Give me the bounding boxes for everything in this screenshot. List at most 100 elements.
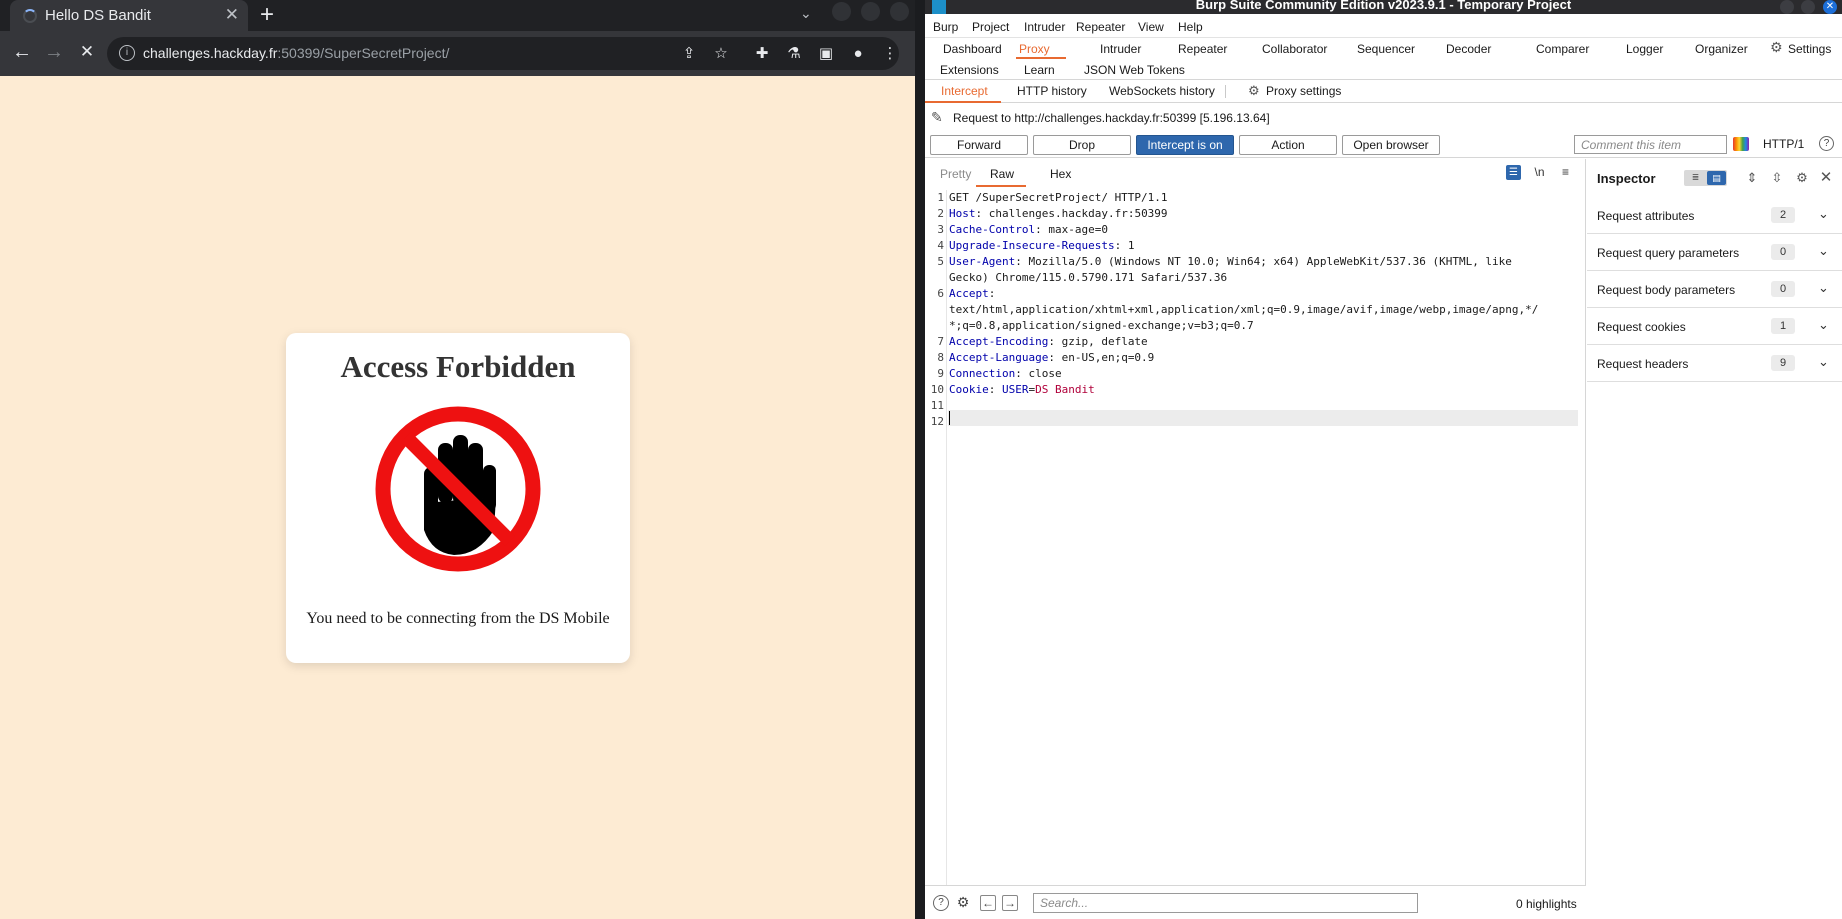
minimize-button[interactable]	[832, 2, 851, 21]
site-info-icon[interactable]: i	[119, 45, 135, 61]
burp-close-icon[interactable]: ✕	[1823, 0, 1837, 14]
menu-repeater[interactable]: Repeater	[1076, 20, 1125, 34]
back-arrow-icon[interactable]: ←	[10, 41, 34, 65]
request-editor[interactable]: Pretty Raw Hex ☰ \n ≡ 1 2 3 4 5 6 7 8 9 …	[925, 159, 1586, 885]
chevron-down-icon[interactable]: ⌄	[1818, 317, 1829, 333]
raw-request-text[interactable]: 1 2 3 4 5 6 7 8 9 10 11 12 GET /SuperSec…	[925, 190, 1586, 885]
action-button[interactable]: Action	[1239, 135, 1337, 155]
address-bar[interactable]: i challenges.hackday.fr:50399/SuperSecre…	[107, 37, 899, 70]
line-number: 12	[930, 415, 944, 428]
tab-collaborator[interactable]: Collaborator	[1262, 42, 1327, 56]
tab-learn[interactable]: Learn	[1024, 63, 1055, 77]
line-number: 7	[937, 335, 944, 348]
editor-tab-hex[interactable]: Hex	[1050, 167, 1071, 181]
menu-burp[interactable]: Burp	[933, 20, 958, 34]
close-window-button[interactable]	[890, 2, 909, 21]
burp-minimize-button[interactable]	[1780, 0, 1794, 14]
header-name: Cookie	[949, 383, 989, 396]
url-text[interactable]: challenges.hackday.fr:50399/SuperSecretP…	[143, 45, 449, 61]
collapse-all-icon[interactable]: ⇳	[1769, 170, 1785, 186]
search-previous-icon[interactable]: ←	[980, 895, 996, 911]
drop-button[interactable]: Drop	[1033, 135, 1131, 155]
settings-gear-icon[interactable]: ⚙	[1770, 40, 1784, 54]
expand-all-icon[interactable]: ⇕	[1744, 170, 1760, 186]
tab-json-web-tokens[interactable]: JSON Web Tokens	[1084, 63, 1185, 77]
wrapped-line: *;q=0.8,application/signed-exchange;v=b3…	[949, 319, 1254, 332]
forward-button[interactable]: Forward	[930, 135, 1028, 155]
search-settings-gear-icon[interactable]: ⚙	[955, 895, 971, 911]
tab-close-icon[interactable]: ✕	[225, 5, 239, 25]
menu-project[interactable]: Project	[972, 20, 1009, 34]
search-help-icon[interactable]: ?	[933, 895, 949, 911]
editor-tab-pretty[interactable]: Pretty	[940, 167, 971, 181]
highlight-color-icon[interactable]	[1733, 137, 1749, 151]
tab-sequencer[interactable]: Sequencer	[1357, 42, 1415, 56]
tab-dashboard[interactable]: Dashboard	[943, 42, 1002, 56]
subtab-websockets-history[interactable]: WebSockets history	[1109, 84, 1215, 98]
forward-arrow-icon[interactable]: →	[42, 41, 66, 65]
proxy-settings-gear-icon[interactable]: ⚙	[1248, 83, 1260, 99]
open-browser-button[interactable]: Open browser	[1342, 135, 1440, 155]
chevron-down-icon[interactable]: ⌄	[1818, 354, 1829, 370]
tab-organizer[interactable]: Organizer	[1695, 42, 1748, 56]
tab-search-chevron-icon[interactable]: ⌄	[800, 5, 812, 22]
profile-icon[interactable]: ●	[849, 45, 867, 63]
header-name: Host	[949, 207, 976, 220]
header-name: Cache-Control	[949, 223, 1036, 236]
tab-logger[interactable]: Logger	[1626, 42, 1663, 56]
cookie-name: USER	[1002, 383, 1029, 396]
burp-maximize-button[interactable]	[1801, 0, 1815, 14]
maximize-button[interactable]	[861, 2, 880, 21]
inspector-row-query-parameters[interactable]: Request query parameters 0 ⌄	[1587, 234, 1842, 271]
tab-decoder[interactable]: Decoder	[1446, 42, 1491, 56]
search-next-icon[interactable]: →	[1002, 895, 1018, 911]
tab-extensions[interactable]: Extensions	[940, 63, 999, 77]
stop-loading-icon[interactable]: ✕	[75, 41, 99, 65]
list-layout-icon[interactable]: ≣	[1687, 172, 1704, 184]
search-input[interactable]: Search...	[1033, 893, 1418, 913]
inspector-row-request-attributes[interactable]: Request attributes 2 ⌄	[1587, 197, 1842, 234]
tab-comparer[interactable]: Comparer	[1536, 42, 1589, 56]
editor-tab-raw[interactable]: Raw	[990, 167, 1014, 181]
highlight-count: 0 highlights	[1516, 897, 1577, 911]
pencil-icon[interactable]: ✎	[931, 109, 943, 126]
inspector-row-cookies[interactable]: Request cookies 1 ⌄	[1587, 308, 1842, 345]
editor-menu-icon[interactable]: ≡	[1558, 165, 1573, 180]
subtab-proxy-settings[interactable]: Proxy settings	[1266, 84, 1341, 98]
subtab-http-history[interactable]: HTTP history	[1017, 84, 1087, 98]
show-newlines-toggle[interactable]: \n	[1532, 165, 1547, 180]
browser-tab[interactable]: Hello DS Bandit ✕	[10, 0, 248, 31]
share-icon[interactable]: ⇪	[680, 45, 698, 63]
http-version-toggle[interactable]: HTTP/1	[1763, 137, 1804, 151]
chevron-down-icon[interactable]: ⌄	[1818, 243, 1829, 259]
tab-settings[interactable]: Settings	[1788, 42, 1831, 56]
new-tab-icon[interactable]: +	[260, 2, 274, 28]
intercept-toggle-button[interactable]: Intercept is on	[1136, 135, 1234, 155]
header-name: User-Agent	[949, 255, 1016, 268]
inspector-settings-gear-icon[interactable]: ⚙	[1794, 170, 1810, 186]
help-icon[interactable]: ?	[1819, 136, 1834, 151]
subtab-intercept[interactable]: Intercept	[941, 84, 988, 98]
browser-menu-kebab-icon[interactable]: ⋮	[881, 45, 899, 63]
menu-view[interactable]: View	[1138, 20, 1164, 34]
inspector-row-headers[interactable]: Request headers 9 ⌄	[1587, 345, 1842, 382]
comment-input[interactable]: Comment this item	[1574, 135, 1727, 154]
menu-intruder[interactable]: Intruder	[1024, 20, 1065, 34]
inspector-layout-toggle[interactable]: ≣ ▤	[1684, 170, 1727, 186]
side-panel-icon[interactable]: ▣	[817, 45, 835, 63]
chevron-down-icon[interactable]: ⌄	[1818, 280, 1829, 296]
tab-intruder[interactable]: Intruder	[1100, 42, 1141, 56]
labs-flask-icon[interactable]: ⚗	[785, 45, 803, 63]
tab-proxy[interactable]: Proxy	[1019, 42, 1050, 56]
extensions-puzzle-icon[interactable]: ✚	[753, 45, 771, 63]
menu-help[interactable]: Help	[1178, 20, 1203, 34]
chevron-down-icon[interactable]: ⌄	[1818, 206, 1829, 222]
inspector-row-body-parameters[interactable]: Request body parameters 0 ⌄	[1587, 271, 1842, 308]
header-value: : 1	[1114, 239, 1135, 252]
inspector-row-label: Request body parameters	[1597, 283, 1736, 297]
panel-layout-icon[interactable]: ▤	[1707, 171, 1726, 185]
message-actions-icon[interactable]: ☰	[1506, 165, 1521, 180]
inspector-close-icon[interactable]: ✕	[1818, 170, 1834, 186]
tab-repeater[interactable]: Repeater	[1178, 42, 1227, 56]
bookmark-star-icon[interactable]: ☆	[712, 45, 730, 63]
